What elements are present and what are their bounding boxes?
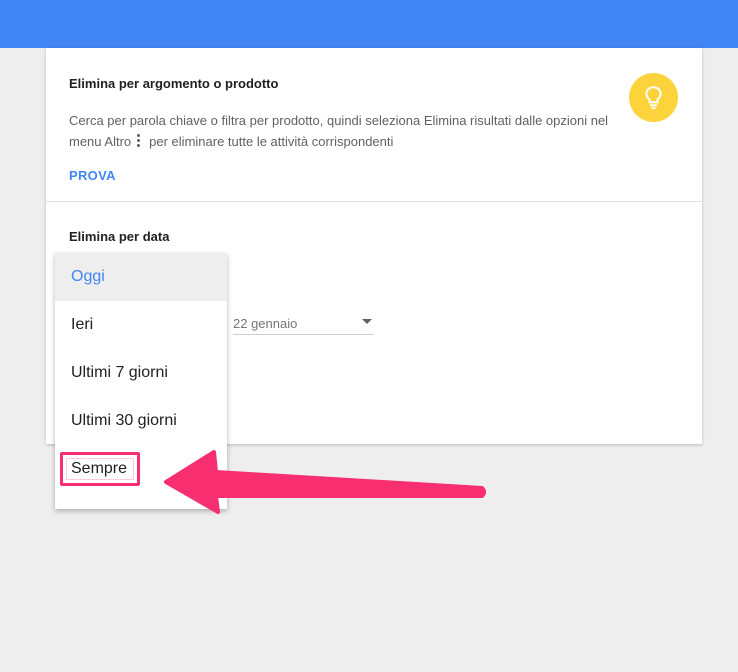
lightbulb-icon (629, 73, 678, 122)
delete-by-topic-section: Elimina per argomento o prodotto Cerca p… (46, 48, 702, 202)
delete-by-topic-title: Elimina per argomento o prodotto (69, 76, 279, 91)
dropdown-option-label: Ieri (71, 316, 94, 333)
date-select[interactable]: 22 gennaio (233, 314, 374, 335)
try-link[interactable]: PROVA (69, 168, 116, 183)
dropdown-option-ultimi-7-giorni[interactable]: Ultimi 7 giorni (55, 349, 227, 397)
top-app-bar (0, 0, 738, 48)
date-select-value: 22 gennaio (233, 316, 298, 331)
annotation-highlight-box (60, 452, 140, 486)
description-text-end: per eliminare tutte le attività corrispo… (149, 134, 394, 149)
delete-by-topic-description: Cerca per parola chiave o filtra per pro… (69, 110, 609, 152)
dropdown-arrow-icon (362, 319, 372, 324)
delete-by-date-title: Elimina per data (69, 229, 170, 244)
dropdown-option-label: Oggi (71, 268, 105, 285)
dropdown-option-oggi[interactable]: Oggi (55, 253, 227, 301)
dropdown-option-ieri[interactable]: Ieri (55, 301, 227, 349)
more-vert-icon (137, 134, 141, 148)
dropdown-option-label: Ultimi 7 giorni (71, 364, 168, 381)
dropdown-option-ultimi-30-giorni[interactable]: Ultimi 30 giorni (55, 397, 227, 445)
dropdown-option-label: Ultimi 30 giorni (71, 412, 177, 429)
